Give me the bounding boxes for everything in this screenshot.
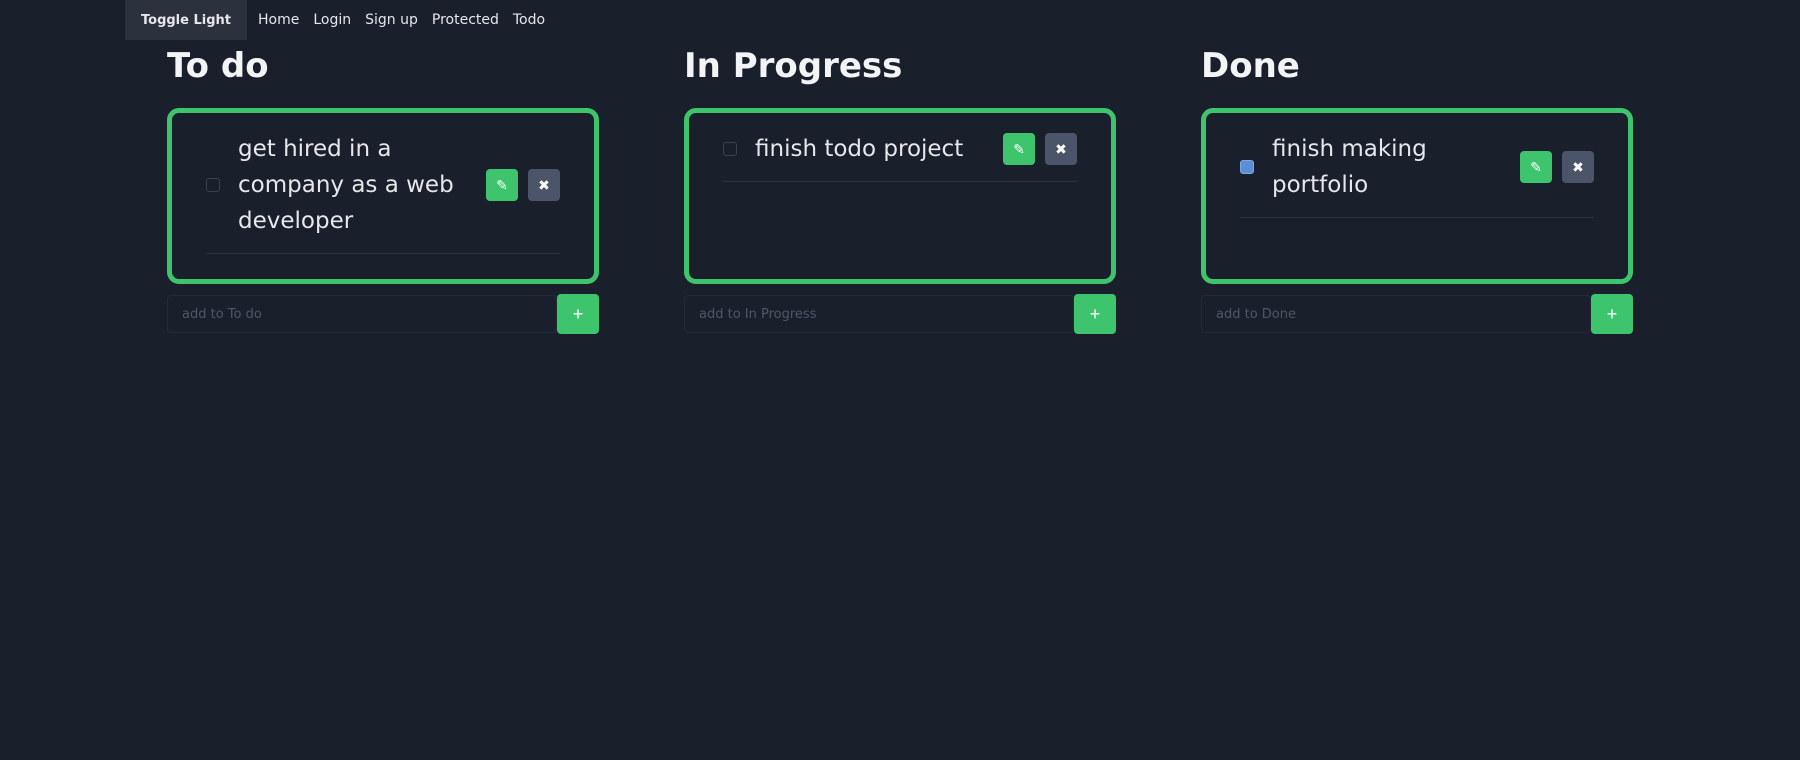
todo-item: get hired in a company as a web develope… — [206, 131, 560, 254]
todo-list-card: finish todo project ✎ ✖ — [684, 108, 1116, 284]
todo-checkbox[interactable] — [723, 142, 737, 156]
todo-list-card: get hired in a company as a web develope… — [167, 108, 599, 284]
todo-text: finish making portfolio — [1272, 136, 1427, 198]
column-todo: To do get hired in a company as a web de… — [167, 44, 599, 334]
edit-button[interactable]: ✎ — [486, 169, 518, 201]
top-nav: Toggle Light Home Login Sign up Protecte… — [125, 0, 548, 40]
nav-link-todo[interactable]: Todo — [510, 12, 548, 28]
column-in-progress: In Progress finish todo project ✎ ✖ + — [684, 44, 1116, 334]
nav-link-protected[interactable]: Protected — [429, 12, 502, 28]
add-todo-row: + — [684, 294, 1116, 334]
edit-button[interactable]: ✎ — [1003, 133, 1035, 165]
todo-item: finish making portfolio ✎ ✖ — [1240, 131, 1594, 218]
nav-link-home[interactable]: Home — [255, 12, 302, 28]
add-todo-input[interactable] — [167, 295, 557, 333]
edit-icon: ✎ — [496, 176, 508, 193]
column-done: Done finish making portfolio ✎ ✖ + — [1201, 44, 1633, 334]
nav-link-sign-up[interactable]: Sign up — [362, 12, 421, 28]
close-icon: ✖ — [538, 176, 550, 193]
toggle-theme-button[interactable]: Toggle Light — [125, 0, 247, 40]
nav-link-login[interactable]: Login — [310, 12, 354, 28]
todo-list-card: finish making portfolio ✎ ✖ — [1201, 108, 1633, 284]
column-title: To do — [167, 46, 269, 86]
edit-icon: ✎ — [1013, 140, 1025, 157]
close-icon: ✖ — [1572, 158, 1584, 175]
todo-text: finish todo project — [755, 136, 964, 162]
close-icon: ✖ — [1055, 140, 1067, 157]
edit-button[interactable]: ✎ — [1520, 151, 1552, 183]
todo-item: finish todo project ✎ ✖ — [723, 131, 1077, 182]
todo-checkbox[interactable] — [206, 178, 220, 192]
column-title: In Progress — [684, 46, 903, 86]
add-todo-button[interactable]: + — [1591, 294, 1633, 334]
todo-text: get hired in a company as a web develope… — [238, 136, 454, 234]
add-todo-input[interactable] — [684, 295, 1074, 333]
add-todo-row: + — [1201, 294, 1633, 334]
add-todo-button[interactable]: + — [1074, 294, 1116, 334]
add-todo-button[interactable]: + — [557, 294, 599, 334]
delete-button[interactable]: ✖ — [528, 169, 560, 201]
add-todo-input[interactable] — [1201, 295, 1591, 333]
todo-checkbox[interactable] — [1240, 160, 1254, 174]
kanban-board: To do get hired in a company as a web de… — [167, 44, 1633, 334]
delete-button[interactable]: ✖ — [1562, 151, 1594, 183]
add-todo-row: + — [167, 294, 599, 334]
edit-icon: ✎ — [1530, 158, 1542, 175]
column-title: Done — [1201, 46, 1300, 86]
delete-button[interactable]: ✖ — [1045, 133, 1077, 165]
